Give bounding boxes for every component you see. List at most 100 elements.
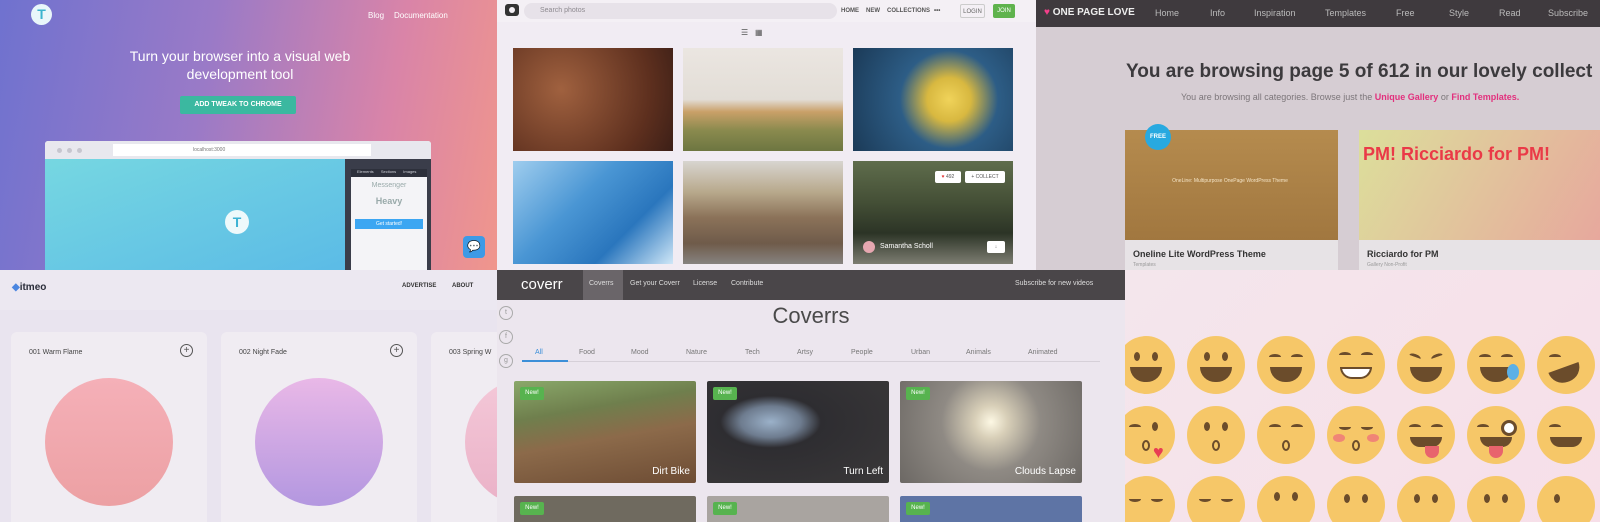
kissing-smiling-eyes-icon[interactable] xyxy=(1257,406,1315,464)
nav-style[interactable]: Style xyxy=(1449,8,1469,18)
tongue-wink-face-icon[interactable] xyxy=(1537,406,1595,464)
video-tile-turn-left[interactable]: New! Turn Left xyxy=(707,381,889,483)
tab-all[interactable]: All xyxy=(535,349,543,356)
unique-gallery-link[interactable]: Unique Gallery xyxy=(1375,92,1439,102)
laughing-face-icon[interactable] xyxy=(1397,336,1455,394)
card-meta-ricciardo[interactable]: Gallery Non-Profit xyxy=(1367,262,1407,268)
pensive-face-icon[interactable] xyxy=(1125,476,1175,522)
photo-henna-hands[interactable] xyxy=(513,48,673,151)
grinning-face-icon[interactable] xyxy=(1125,336,1175,394)
relieved-face-icon[interactable] xyxy=(1187,476,1245,522)
nav-contribute[interactable]: Contribute xyxy=(731,280,763,287)
video-tile[interactable]: New! xyxy=(514,496,696,522)
collect-button[interactable]: + COLLECT xyxy=(965,171,1005,183)
camera-icon[interactable] xyxy=(505,4,519,16)
photo-poppy-field[interactable] xyxy=(683,48,843,151)
grid-view-icon[interactable]: ▦ xyxy=(755,28,765,37)
nav-read[interactable]: Read xyxy=(1499,8,1521,18)
nav-license[interactable]: License xyxy=(693,280,717,287)
photo-yellow-flowers[interactable] xyxy=(853,48,1013,151)
list-view-icon[interactable]: ☰ xyxy=(741,28,751,37)
more-icon[interactable]: ••• xyxy=(934,8,940,14)
blank-face-icon[interactable] xyxy=(1397,476,1455,522)
gradient-card[interactable]: 001 Warm Flame + xyxy=(11,332,207,522)
kissing-closed-eyes-icon[interactable] xyxy=(1327,406,1385,464)
sweat-smile-face-icon[interactable] xyxy=(1467,336,1525,394)
like-button[interactable]: ♥ 492 xyxy=(935,171,961,183)
video-tile-clouds-lapse[interactable]: New! Clouds Lapse xyxy=(900,381,1082,483)
zany-face-icon[interactable] xyxy=(1467,406,1525,464)
nav-inspiration[interactable]: Inspiration xyxy=(1254,8,1296,18)
chat-icon[interactable]: 💬 xyxy=(463,236,485,258)
nav-info[interactable]: Info xyxy=(1210,8,1225,18)
search-input[interactable]: Search photos xyxy=(524,3,837,19)
nav-about[interactable]: ABOUT xyxy=(452,283,473,289)
tab-animated[interactable]: Animated xyxy=(1028,349,1058,356)
opl-logo[interactable]: ♥ ONE PAGE LOVE xyxy=(1044,7,1135,18)
yum-face-icon[interactable] xyxy=(1397,406,1455,464)
nav-home[interactable]: HOME xyxy=(841,8,859,14)
tab-mood[interactable]: Mood xyxy=(631,349,649,356)
add-icon[interactable]: + xyxy=(390,344,403,357)
tab-nature[interactable]: Nature xyxy=(686,349,707,356)
nav-collections[interactable]: COLLECTIONS xyxy=(887,8,930,14)
card-title-ricciardo[interactable]: Ricciardo for PM xyxy=(1367,249,1439,259)
author-avatar[interactable] xyxy=(863,241,875,253)
tab-people[interactable]: People xyxy=(851,349,873,356)
card-meta-oneline[interactable]: Templates xyxy=(1133,262,1156,268)
video-tile[interactable]: New! xyxy=(707,496,889,522)
video-tile-dirt-bike[interactable]: New! Dirt Bike xyxy=(514,381,696,483)
nav-subscribe[interactable]: Subscribe xyxy=(1548,8,1588,18)
nav-blog-link[interactable]: Blog xyxy=(368,11,384,20)
url-bar[interactable]: localhost:3000 xyxy=(113,144,371,156)
photo-horses[interactable]: ♥ 492 + COLLECT Samantha Scholl ↓ xyxy=(853,161,1013,264)
login-button[interactable]: LOGIN xyxy=(960,4,985,18)
smiley-face-icon[interactable] xyxy=(1187,336,1245,394)
googleplus-icon[interactable]: g xyxy=(499,354,513,368)
add-tweak-button[interactable]: ADD TWEAK TO CHROME xyxy=(180,96,296,114)
itmeo-logo[interactable]: ◆itmeo xyxy=(12,282,46,293)
video-tile[interactable]: New! xyxy=(900,496,1082,522)
nav-free[interactable]: Free xyxy=(1396,8,1415,18)
tab-images[interactable]: Images xyxy=(403,169,416,174)
nav-coverrs[interactable]: Coverrs xyxy=(589,280,614,287)
kissing-face-icon[interactable] xyxy=(1187,406,1245,464)
tab-tech[interactable]: Tech xyxy=(745,349,760,356)
coverr-logo[interactable]: coverr xyxy=(521,276,563,293)
tweak-logo-icon[interactable]: T xyxy=(31,4,52,25)
facebook-icon[interactable]: f xyxy=(499,330,513,344)
nav-documentation-link[interactable]: Documentation xyxy=(394,11,448,20)
tab-artsy[interactable]: Artsy xyxy=(797,349,813,356)
photo-mountain-road[interactable] xyxy=(683,161,843,264)
photo-ice-cave[interactable] xyxy=(513,161,673,264)
confused-face-icon[interactable] xyxy=(1537,476,1595,522)
tab-elements[interactable]: Elements xyxy=(357,169,374,174)
grin-face-icon[interactable] xyxy=(1327,336,1385,394)
hushed-face-icon[interactable] xyxy=(1257,476,1315,522)
get-started-button[interactable]: Get started! xyxy=(355,219,423,229)
nav-get-your-coverr[interactable]: Get your Coverr xyxy=(630,280,680,287)
join-button[interactable]: JOIN xyxy=(993,4,1015,18)
tab-urban[interactable]: Urban xyxy=(911,349,930,356)
tab-sections[interactable]: Sections xyxy=(381,169,396,174)
tab-animals[interactable]: Animals xyxy=(966,349,991,356)
nav-templates[interactable]: Templates xyxy=(1325,8,1366,18)
subscribe-link[interactable]: Subscribe for new videos xyxy=(1015,280,1093,287)
gradient-card[interactable]: 002 Night Fade + xyxy=(221,332,417,522)
add-icon[interactable]: + xyxy=(180,344,193,357)
author-name[interactable]: Samantha Scholl xyxy=(880,243,933,250)
rofl-face-icon[interactable] xyxy=(1537,336,1595,394)
nav-new[interactable]: NEW xyxy=(866,8,880,14)
find-templates-link[interactable]: Find Templates. xyxy=(1451,92,1519,102)
gradient-card[interactable]: 003 Spring W xyxy=(431,332,497,522)
tweak-panel-tabs[interactable]: Elements Sections Images xyxy=(351,169,427,177)
kissing-heart-face-icon[interactable]: ♥ xyxy=(1125,406,1175,464)
tab-food[interactable]: Food xyxy=(579,349,595,356)
neutral-face-icon[interactable] xyxy=(1327,476,1385,522)
nav-advertise[interactable]: ADVERTISE xyxy=(402,283,436,289)
smile-face-icon[interactable] xyxy=(1257,336,1315,394)
flushed-face-icon[interactable] xyxy=(1467,476,1525,522)
card-title-oneline[interactable]: Oneline Lite WordPress Theme xyxy=(1133,249,1266,259)
nav-home[interactable]: Home xyxy=(1155,8,1179,18)
download-icon[interactable]: ↓ xyxy=(987,241,1005,253)
